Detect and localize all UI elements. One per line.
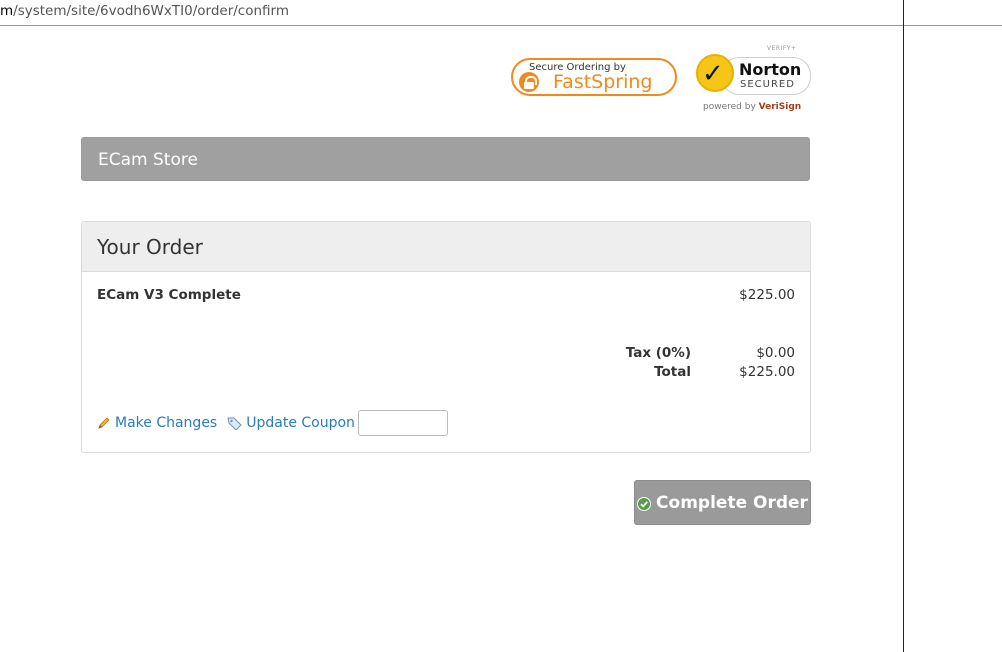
order-item-price: $225.00 [739,287,795,303]
norton-verify: VERIFY+ [767,45,797,52]
window-divider [903,0,904,652]
norton-secured-text: SECURED [740,79,795,90]
update-coupon-link[interactable]: Update Coupon [227,415,355,431]
store-header: ECam Store [81,137,810,181]
norton-badge: VERIFY+ ✓ Norton SECURED powered by Veri… [695,44,813,116]
tag-icon [227,416,242,431]
norton-logo-text: Norton [739,60,802,79]
lock-icon [519,72,539,92]
url-text: m/system/site/6vodh6WxTI0/order/confirm [0,3,289,19]
complete-order-button[interactable]: Complete Order [634,480,811,525]
order-item-name: ECam V3 Complete [97,287,241,303]
norton-check-icon: ✓ [696,54,734,92]
make-changes-label: Make Changes [115,415,218,431]
complete-order-label: Complete Order [656,492,808,513]
coupon-input[interactable] [357,410,448,436]
total-value: $225.00 [739,364,795,380]
update-coupon-label: Update Coupon [246,415,355,431]
pencil-icon [97,416,111,430]
norton-powered-by: powered by VeriSign [703,102,802,112]
fastspring-logo-text: FastSpring [553,71,653,93]
fastspring-badge: Secure Ordering by FastSpring [511,58,677,96]
store-name: ECam Store [98,150,198,170]
tax-value: $0.00 [756,345,795,361]
order-title: Your Order [97,235,203,259]
total-label: Total [654,364,691,380]
check-circle-icon [637,496,652,511]
order-panel-header: Your Order [82,222,810,272]
order-panel: Your Order ECam V3 Complete $225.00 Tax … [81,221,811,453]
order-actions: Make Changes Update Coupon [97,410,448,436]
address-bar[interactable]: m/system/site/6vodh6WxTI0/order/confirm [0,0,1002,26]
make-changes-link[interactable]: Make Changes [97,415,217,431]
tax-label: Tax (0%) [625,345,691,361]
